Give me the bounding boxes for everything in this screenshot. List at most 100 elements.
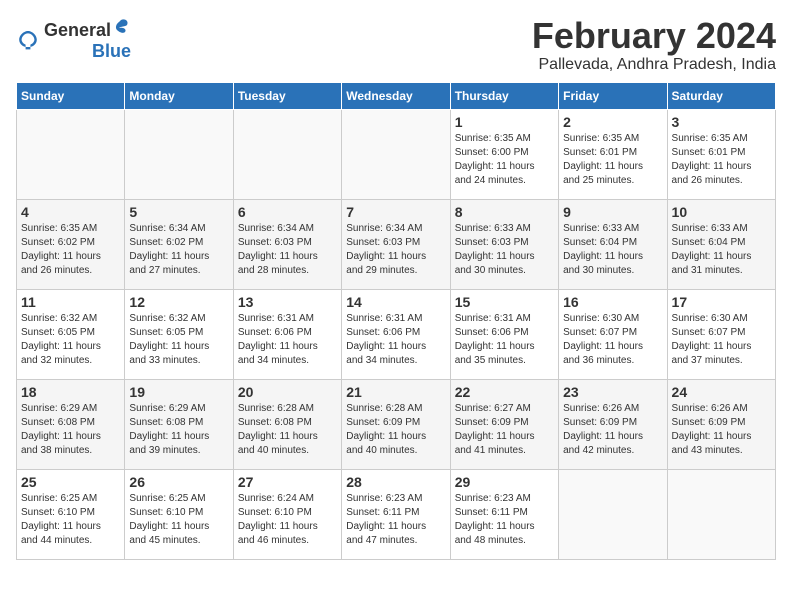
day-cell: 13 Sunrise: 6:31 AM Sunset: 6:06 PM Dayli… bbox=[233, 289, 341, 379]
day-info: Sunrise: 6:31 AM Sunset: 6:06 PM Dayligh… bbox=[455, 312, 554, 368]
day-cell: 10Sunrise: 6:33 AM Sunset: 6:04 PM Dayli… bbox=[667, 199, 775, 289]
day-cell bbox=[17, 109, 125, 199]
main-title: February 2024 bbox=[532, 16, 776, 56]
day-cell: 18 Sunrise: 6:29 AM Sunset: 6:08 PM Dayli… bbox=[17, 379, 125, 469]
day-number: 24 bbox=[672, 384, 771, 400]
day-cell: 26 Sunrise: 6:25 AM Sunset: 6:10 PM Dayli… bbox=[125, 469, 233, 559]
day-info: Sunrise: 6:35 AM Sunset: 6:01 PM Dayligh… bbox=[672, 132, 771, 188]
day-number: 26 bbox=[129, 474, 228, 490]
day-cell bbox=[342, 109, 450, 199]
day-info: Sunrise: 6:34 AM Sunset: 6:03 PM Dayligh… bbox=[346, 222, 445, 278]
day-info: Sunrise: 6:35 AM Sunset: 6:01 PM Dayligh… bbox=[563, 132, 662, 188]
logo-bird-icon bbox=[111, 16, 131, 36]
day-cell: 24Sunrise: 6:26 AM Sunset: 6:09 PM Dayli… bbox=[667, 379, 775, 469]
day-cell: 25 Sunrise: 6:25 AM Sunset: 6:10 PM Dayli… bbox=[17, 469, 125, 559]
day-cell: 1Sunrise: 6:35 AM Sunset: 6:00 PM Daylig… bbox=[450, 109, 558, 199]
calendar-table: SundayMondayTuesdayWednesdayThursdayFrid… bbox=[16, 82, 776, 560]
day-cell: 2 Sunrise: 6:35 AM Sunset: 6:01 PM Daylig… bbox=[559, 109, 667, 199]
week-row-3: 18 Sunrise: 6:29 AM Sunset: 6:08 PM Dayli… bbox=[17, 379, 776, 469]
day-cell: 14 Sunrise: 6:31 AM Sunset: 6:06 PM Dayli… bbox=[342, 289, 450, 379]
week-row-2: 11 Sunrise: 6:32 AM Sunset: 6:05 PM Dayli… bbox=[17, 289, 776, 379]
day-cell: 23 Sunrise: 6:26 AM Sunset: 6:09 PM Dayli… bbox=[559, 379, 667, 469]
day-number: 21 bbox=[346, 384, 445, 400]
logo-general: General bbox=[44, 20, 111, 41]
day-info: Sunrise: 6:23 AM Sunset: 6:11 PM Dayligh… bbox=[455, 492, 554, 548]
day-cell: 16Sunrise: 6:30 AM Sunset: 6:07 PM Dayli… bbox=[559, 289, 667, 379]
day-cell: 22 Sunrise: 6:27 AM Sunset: 6:09 PM Dayli… bbox=[450, 379, 558, 469]
header-cell-tuesday: Tuesday bbox=[233, 82, 341, 109]
day-info: Sunrise: 6:34 AM Sunset: 6:02 PM Dayligh… bbox=[129, 222, 228, 278]
day-number: 10 bbox=[672, 204, 771, 220]
day-cell: 27 Sunrise: 6:24 AM Sunset: 6:10 PM Dayli… bbox=[233, 469, 341, 559]
title-area: February 2024 Pallevada, Andhra Pradesh,… bbox=[532, 16, 776, 74]
day-number: 2 bbox=[563, 114, 662, 130]
day-info: Sunrise: 6:23 AM Sunset: 6:11 PM Dayligh… bbox=[346, 492, 445, 548]
day-number: 20 bbox=[238, 384, 337, 400]
day-number: 3 bbox=[672, 114, 771, 130]
day-info: Sunrise: 6:35 AM Sunset: 6:00 PM Dayligh… bbox=[455, 132, 554, 188]
day-number: 6 bbox=[238, 204, 337, 220]
day-cell bbox=[125, 109, 233, 199]
logo: General Blue bbox=[16, 16, 131, 62]
header: General Blue February 2024 Pallevada, An… bbox=[16, 16, 776, 74]
day-cell: 11 Sunrise: 6:32 AM Sunset: 6:05 PM Dayli… bbox=[17, 289, 125, 379]
header-cell-thursday: Thursday bbox=[450, 82, 558, 109]
day-number: 11 bbox=[21, 294, 120, 310]
header-cell-sunday: Sunday bbox=[17, 82, 125, 109]
day-cell: 7 Sunrise: 6:34 AM Sunset: 6:03 PM Daylig… bbox=[342, 199, 450, 289]
day-info: Sunrise: 6:25 AM Sunset: 6:10 PM Dayligh… bbox=[129, 492, 228, 548]
day-number: 8 bbox=[455, 204, 554, 220]
day-number: 15 bbox=[455, 294, 554, 310]
day-cell: 29 Sunrise: 6:23 AM Sunset: 6:11 PM Dayli… bbox=[450, 469, 558, 559]
day-number: 12 bbox=[129, 294, 228, 310]
day-cell: 17 Sunrise: 6:30 AM Sunset: 6:07 PM Dayli… bbox=[667, 289, 775, 379]
day-number: 13 bbox=[238, 294, 337, 310]
day-cell: 4Sunrise: 6:35 AM Sunset: 6:02 PM Daylig… bbox=[17, 199, 125, 289]
day-cell: 5Sunrise: 6:34 AM Sunset: 6:02 PM Daylig… bbox=[125, 199, 233, 289]
day-cell bbox=[233, 109, 341, 199]
day-info: Sunrise: 6:29 AM Sunset: 6:08 PM Dayligh… bbox=[21, 402, 120, 458]
day-number: 28 bbox=[346, 474, 445, 490]
day-info: Sunrise: 6:25 AM Sunset: 6:10 PM Dayligh… bbox=[21, 492, 120, 548]
day-number: 18 bbox=[21, 384, 120, 400]
day-number: 27 bbox=[238, 474, 337, 490]
calendar-header: SundayMondayTuesdayWednesdayThursdayFrid… bbox=[17, 82, 776, 109]
day-cell: 12Sunrise: 6:32 AM Sunset: 6:05 PM Dayli… bbox=[125, 289, 233, 379]
day-cell: 6 Sunrise: 6:34 AM Sunset: 6:03 PM Daylig… bbox=[233, 199, 341, 289]
day-number: 14 bbox=[346, 294, 445, 310]
day-info: Sunrise: 6:24 AM Sunset: 6:10 PM Dayligh… bbox=[238, 492, 337, 548]
day-info: Sunrise: 6:30 AM Sunset: 6:07 PM Dayligh… bbox=[672, 312, 771, 368]
day-info: Sunrise: 6:32 AM Sunset: 6:05 PM Dayligh… bbox=[21, 312, 120, 368]
day-number: 29 bbox=[455, 474, 554, 490]
day-info: Sunrise: 6:31 AM Sunset: 6:06 PM Dayligh… bbox=[346, 312, 445, 368]
day-info: Sunrise: 6:31 AM Sunset: 6:06 PM Dayligh… bbox=[238, 312, 337, 368]
day-cell: 9Sunrise: 6:33 AM Sunset: 6:04 PM Daylig… bbox=[559, 199, 667, 289]
week-row-1: 4Sunrise: 6:35 AM Sunset: 6:02 PM Daylig… bbox=[17, 199, 776, 289]
day-cell bbox=[667, 469, 775, 559]
day-cell: 8 Sunrise: 6:33 AM Sunset: 6:03 PM Daylig… bbox=[450, 199, 558, 289]
day-info: Sunrise: 6:34 AM Sunset: 6:03 PM Dayligh… bbox=[238, 222, 337, 278]
day-number: 23 bbox=[563, 384, 662, 400]
logo-icon bbox=[16, 27, 40, 51]
day-number: 17 bbox=[672, 294, 771, 310]
logo-blue: Blue bbox=[92, 41, 131, 62]
day-number: 22 bbox=[455, 384, 554, 400]
day-info: Sunrise: 6:26 AM Sunset: 6:09 PM Dayligh… bbox=[563, 402, 662, 458]
header-cell-saturday: Saturday bbox=[667, 82, 775, 109]
day-cell: 21Sunrise: 6:28 AM Sunset: 6:09 PM Dayli… bbox=[342, 379, 450, 469]
calendar-body: 1Sunrise: 6:35 AM Sunset: 6:00 PM Daylig… bbox=[17, 109, 776, 559]
day-number: 7 bbox=[346, 204, 445, 220]
header-cell-monday: Monday bbox=[125, 82, 233, 109]
day-info: Sunrise: 6:35 AM Sunset: 6:02 PM Dayligh… bbox=[21, 222, 120, 278]
day-cell: 28 Sunrise: 6:23 AM Sunset: 6:11 PM Dayli… bbox=[342, 469, 450, 559]
day-info: Sunrise: 6:33 AM Sunset: 6:04 PM Dayligh… bbox=[563, 222, 662, 278]
week-row-0: 1Sunrise: 6:35 AM Sunset: 6:00 PM Daylig… bbox=[17, 109, 776, 199]
day-info: Sunrise: 6:29 AM Sunset: 6:08 PM Dayligh… bbox=[129, 402, 228, 458]
day-info: Sunrise: 6:28 AM Sunset: 6:08 PM Dayligh… bbox=[238, 402, 337, 458]
logo-text: General Blue bbox=[44, 16, 131, 62]
day-info: Sunrise: 6:27 AM Sunset: 6:09 PM Dayligh… bbox=[455, 402, 554, 458]
day-info: Sunrise: 6:33 AM Sunset: 6:03 PM Dayligh… bbox=[455, 222, 554, 278]
day-cell: 15 Sunrise: 6:31 AM Sunset: 6:06 PM Dayli… bbox=[450, 289, 558, 379]
day-cell: 3 Sunrise: 6:35 AM Sunset: 6:01 PM Daylig… bbox=[667, 109, 775, 199]
day-number: 25 bbox=[21, 474, 120, 490]
